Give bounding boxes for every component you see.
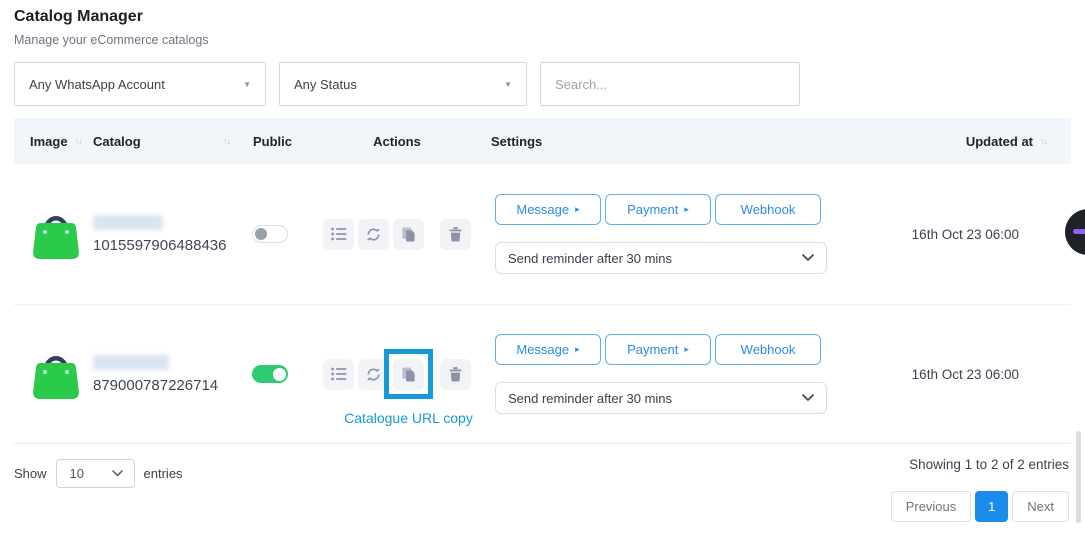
catalog-image-cell [14,201,93,268]
catalog-manager-page: Catalog Manager Manage your eCommerce ca… [0,0,1085,536]
submenu-caret-icon: ▸ [575,345,580,354]
whatsapp-account-dropdown-value: Any WhatsApp Account [29,77,165,92]
page-size-select[interactable]: 10 [56,459,135,488]
sort-icon[interactable]: ↑↓ [75,136,82,146]
actions-cell: Catalogue URL copy [311,359,483,390]
shopping-bag-icon [30,341,82,403]
column-header-actions: Actions [311,134,483,149]
catalog-image-cell [14,341,93,408]
trash-icon [449,367,462,382]
reminder-select-value: Send reminder after 30 mins [508,251,672,266]
shopping-bag-icon [30,201,82,263]
chevron-down-icon: ▼ [504,80,512,89]
search-input[interactable] [540,62,800,106]
list-icon [331,367,347,381]
reminder-select-value: Send reminder after 30 mins [508,391,672,406]
status-dropdown[interactable]: Any Status ▼ [279,62,527,106]
payment-button[interactable]: Payment ▸ [605,334,711,365]
settings-buttons: Message ▸ Payment ▸ Webhook [495,334,876,365]
page-title: Catalog Manager [14,8,1071,26]
reminder-select[interactable]: Send reminder after 30 mins [495,242,827,274]
updated-at: 16th Oct 23 06:00 [876,367,1071,382]
refresh-icon [366,367,381,382]
table-footer: Show 10 entries Showing 1 to 2 of 2 entr… [14,443,1071,536]
sort-icon[interactable]: ↑↓ [223,136,230,146]
webhook-button[interactable]: Webhook [715,194,821,225]
list-icon [331,227,347,241]
actions-cell [311,219,483,250]
updated-at: 16th Oct 23 06:00 [876,227,1071,242]
chevron-down-icon [112,470,123,477]
page-size-group: Show 10 entries [14,459,183,488]
public-cell [234,365,311,383]
webhook-button[interactable]: Webhook [715,334,821,365]
sort-icon[interactable]: ↑↓ [1040,136,1047,146]
delete-button[interactable] [440,359,471,390]
table-row: 1015597906488436 [14,164,1071,304]
catalogue-url-copy-button[interactable] [393,359,424,390]
product-list-button[interactable] [323,359,354,390]
catalog-name-redacted [93,215,163,230]
public-toggle[interactable] [252,225,288,243]
copy-icon [401,227,416,242]
column-header-updated-at[interactable]: Updated at ↑↓ [876,134,1071,149]
reminder-select[interactable]: Send reminder after 30 mins [495,382,827,414]
public-toggle[interactable] [252,365,288,383]
table-header: Image ↑↓ Catalog ↑↓ Public Actions Setti… [14,118,1071,164]
chevron-down-icon [802,254,814,262]
next-page-button[interactable]: Next [1012,491,1069,522]
chevron-down-icon: ▼ [243,80,251,89]
message-button[interactable]: Message ▸ [495,194,601,225]
annotation-label: Catalogue URL copy [344,410,473,426]
copy-icon [401,367,416,382]
submenu-caret-icon: ▸ [575,205,580,214]
toggle-knob [255,228,267,240]
show-label: Show [14,466,47,481]
showing-entries-text: Showing 1 to 2 of 2 entries [909,457,1069,472]
catalog-cell: 1015597906488436 [93,215,234,254]
page-subtitle: Manage your eCommerce catalogs [14,33,1071,47]
submenu-caret-icon: ▸ [684,205,689,214]
trash-icon [449,227,462,242]
chevron-down-icon [802,394,814,402]
status-dropdown-value: Any Status [294,77,357,92]
floating-widget-icon [1073,229,1085,234]
public-cell [234,225,311,243]
column-header-settings: Settings [483,134,876,149]
page-size-value: 10 [70,466,84,481]
pagination: Previous 1 Next [891,491,1069,522]
page-head: Catalog Manager Manage your eCommerce ca… [0,0,1085,47]
column-header-catalog[interactable]: Catalog ↑↓ [93,134,234,149]
settings-cell: Message ▸ Payment ▸ Webhook Send reminde… [483,334,876,414]
sync-button[interactable] [358,219,389,250]
submenu-caret-icon: ▸ [684,345,689,354]
payment-button[interactable]: Payment ▸ [605,194,711,225]
column-header-image[interactable]: Image ↑↓ [14,134,93,149]
catalog-cell: 879000787226714 [93,355,234,394]
previous-page-button[interactable]: Previous [891,491,972,522]
catalogue-url-copy-button[interactable] [393,219,424,250]
refresh-icon [366,227,381,242]
sync-button[interactable] [358,359,389,390]
catalog-name-redacted [93,355,169,370]
filter-bar: Any WhatsApp Account ▼ Any Status ▼ [14,62,1071,106]
settings-buttons: Message ▸ Payment ▸ Webhook [495,194,876,225]
catalog-id: 879000787226714 [93,377,218,394]
table-row: 879000787226714 [14,304,1071,443]
whatsapp-account-dropdown[interactable]: Any WhatsApp Account ▼ [14,62,266,106]
message-button[interactable]: Message ▸ [495,334,601,365]
delete-button[interactable] [440,219,471,250]
settings-cell: Message ▸ Payment ▸ Webhook Send reminde… [483,194,876,274]
column-header-public: Public [234,134,311,149]
page-1-button[interactable]: 1 [975,491,1008,522]
scrollbar-thumb[interactable] [1076,431,1081,523]
product-list-button[interactable] [323,219,354,250]
catalog-id: 1015597906488436 [93,237,226,254]
entries-label: entries [144,466,183,481]
toggle-knob [273,368,286,381]
annotated-copy-button-wrap: Catalogue URL copy [393,359,424,390]
